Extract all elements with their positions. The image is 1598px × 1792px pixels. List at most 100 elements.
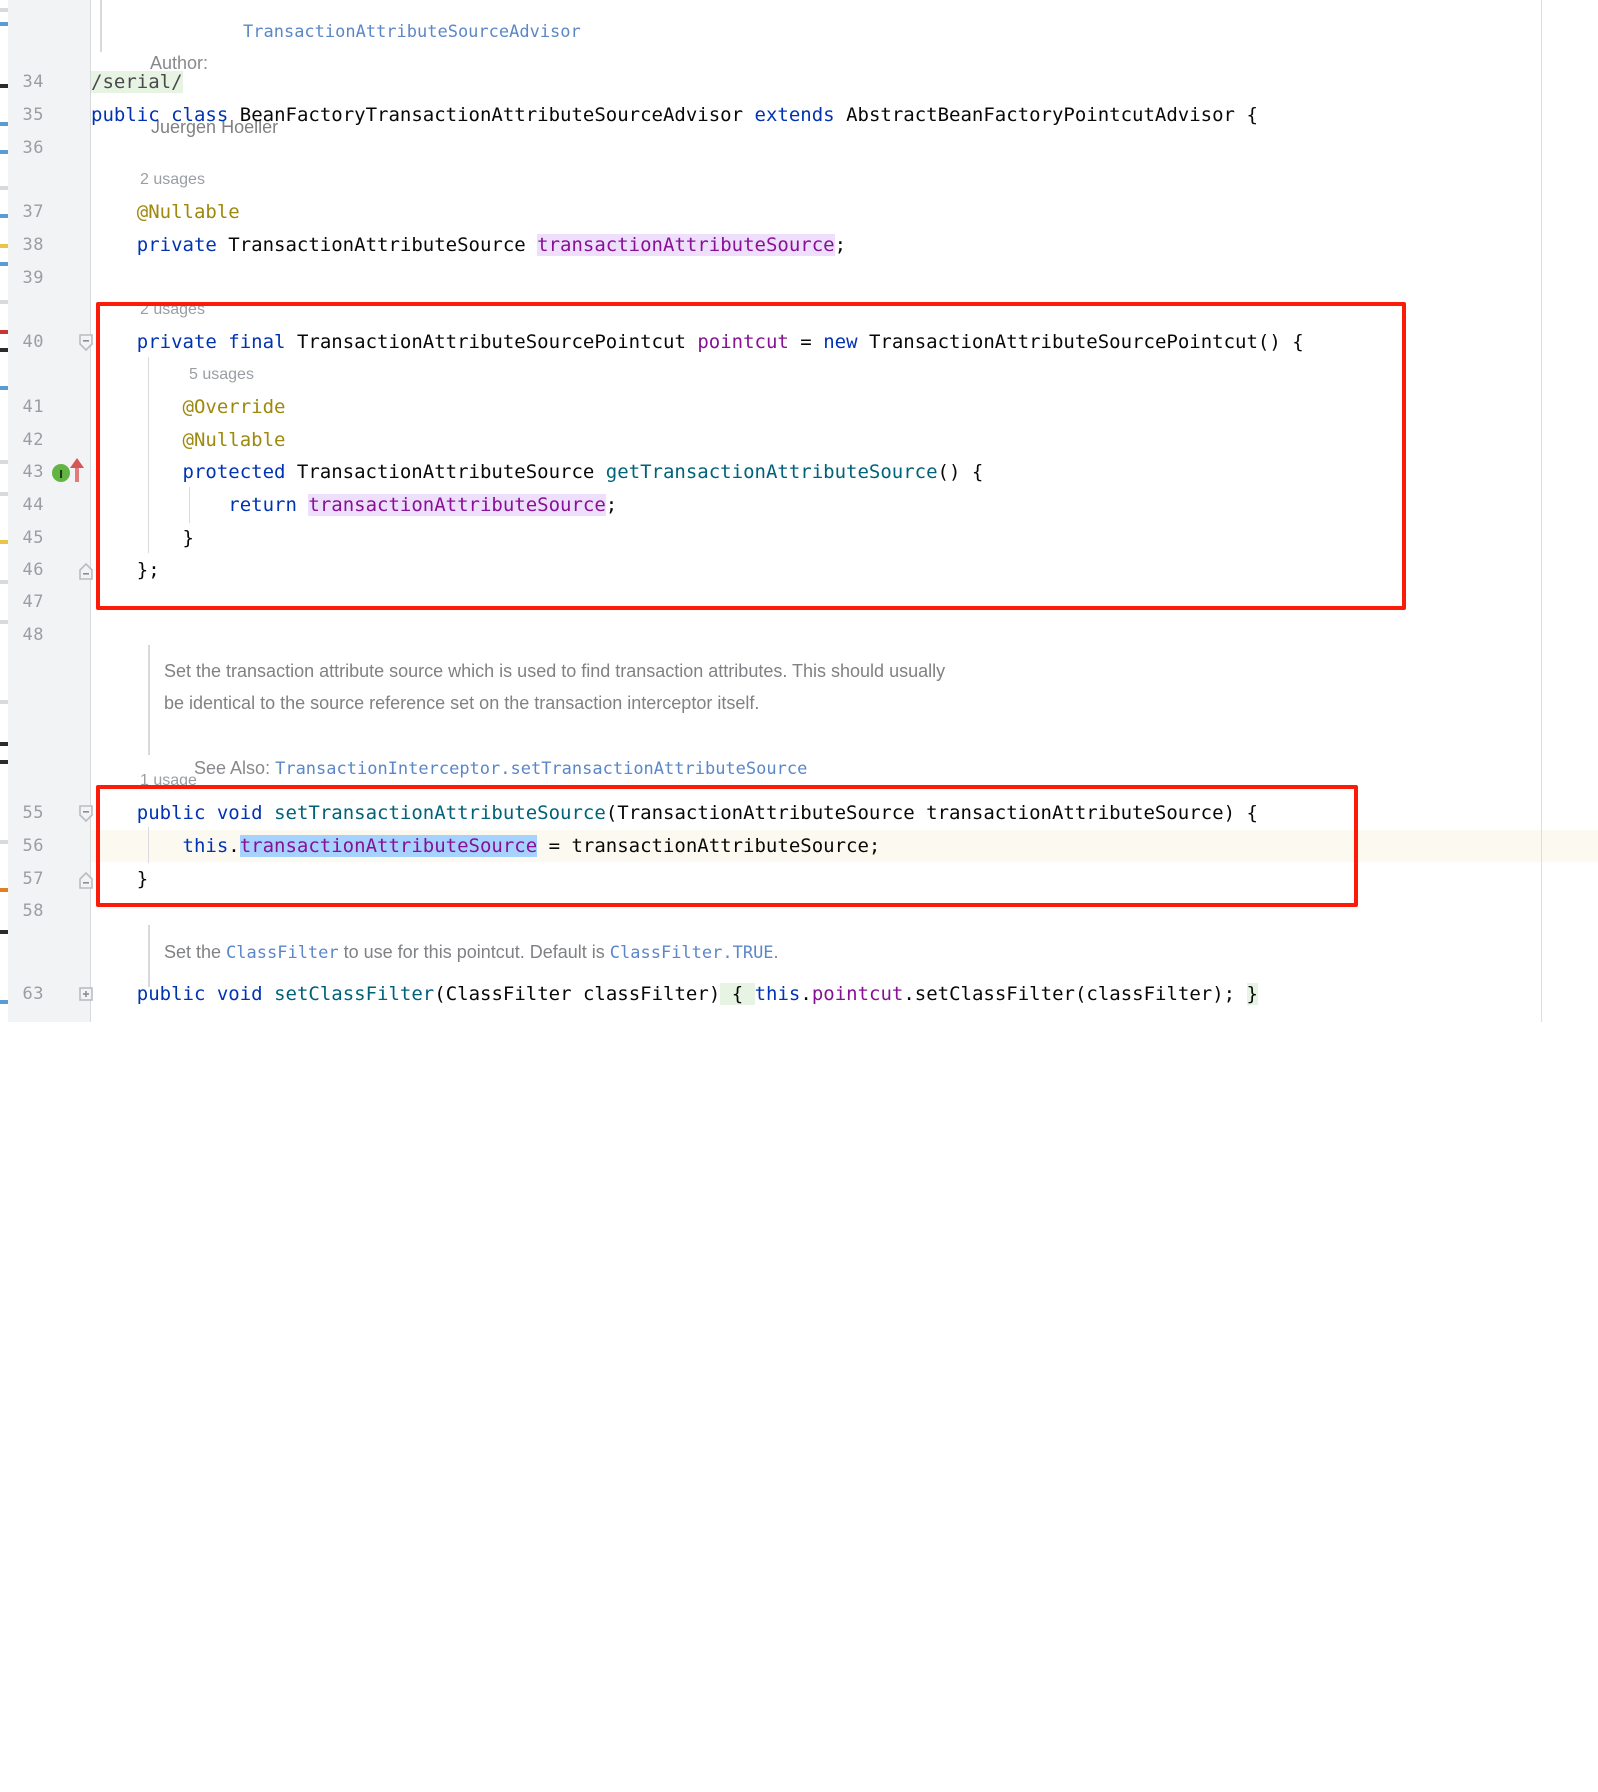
line-number: 58 [22,901,44,921]
code-line-44[interactable]: return transactionAttributeSource; [91,489,617,521]
code-token: transactionAttributeSource [308,494,606,516]
code-line-34[interactable]: /serial/ [91,66,183,98]
code-line-43[interactable]: protected TransactionAttributeSource get… [91,456,984,488]
code-token: } [1246,983,1258,1005]
javadoc-link-text[interactable]: TransactionAttributeSourceAdvisor [243,22,581,42]
code-line-56[interactable]: this.transactionAttributeSource = transa… [91,830,880,862]
code-token: = transactionAttributeSource; [537,835,881,857]
code-content[interactable]: TransactionAttributeSourceAdvisor Author… [91,0,1598,1022]
inlay-hint-usages[interactable]: 5 usages [189,359,254,391]
right-margin-guide [1541,0,1542,1022]
code-token: ; [834,234,847,256]
line-number: 57 [22,869,44,889]
code-token: ; [605,494,618,516]
javadoc-cf-link2[interactable]: ClassFilter.TRUE [610,943,774,963]
code-token: final [228,331,286,353]
inlay-hint-usages[interactable]: 2 usages [140,164,205,196]
overriding-method-arrow-icon [70,458,84,482]
javadoc-cf-middle: to use for this pointcut. Default is [338,942,610,962]
code-token: { [720,983,755,1005]
javadoc-accent-bar-top [100,0,102,52]
line-number: 41 [22,397,44,417]
code-token: this [754,983,801,1005]
code-token: TransactionAttributeSource [296,461,595,483]
line-number: 46 [22,560,44,580]
code-token: = [788,331,824,353]
code-token: ) [708,983,721,1005]
gutter[interactable]: 34 35 36 37 38 39 40 41 42 43 44 45 46 4… [8,0,94,1022]
gutter-marker-line-43[interactable]: I [50,456,94,488]
code-token: void [216,983,263,1005]
inlay-hint-usages[interactable]: 2 usages [140,294,205,326]
javadoc-cf-link1[interactable]: ClassFilter [226,943,339,963]
code-token: ( [434,983,446,1005]
line-number: 36 [22,138,44,158]
implementing-method-icon: I [52,464,70,482]
code-token: classFilter [582,983,709,1005]
code-line-45[interactable]: } [91,522,194,554]
code-token: TransactionAttributeSourcePointcut [296,331,686,353]
code-line-37[interactable]: @Nullable [91,196,240,228]
code-token: transactionAttributeSource [537,234,835,256]
javadoc-see-also-link[interactable]: TransactionInterceptor.setTransactionAtt… [275,759,807,779]
code-token: extends [754,104,835,126]
line-number: 56 [22,836,44,856]
line-number: 48 [22,625,44,645]
code-token: ( [605,802,618,824]
line-number: 43 [22,462,44,482]
line-number: 47 [22,592,44,612]
line-number: 55 [22,803,44,823]
code-line-40[interactable]: private final TransactionAttributeSource… [91,326,1304,358]
code-token: () { [937,461,984,483]
code-token: class [171,104,229,126]
code-line-41[interactable]: @Override [91,391,286,423]
javadoc-setter-paragraph-line2: be identical to the source reference set… [164,693,760,713]
code-line-55[interactable]: public void setTransactionAttributeSourc… [91,797,1258,829]
code-token: BeanFactoryTransactionAttributeSourceAdv… [239,104,744,126]
code-token: private [136,331,217,353]
line-number: 40 [22,332,44,352]
code-token: public [91,104,160,126]
javadoc-cf-suffix: . [773,942,779,962]
javadoc-accent-bar-setter [148,645,150,755]
code-editor[interactable]: 34 35 36 37 38 39 40 41 42 43 44 45 46 4… [0,0,1598,1022]
code-token: }; [91,559,160,581]
code-line-42[interactable]: @Nullable [91,424,286,456]
javadoc-setter-paragraph-line1: Set the transaction attribute source whi… [164,661,946,681]
code-token: void [216,802,263,824]
code-line-57[interactable]: } [91,863,148,895]
code-token: transactionAttributeSource [239,835,538,857]
code-token: setClassFilter [274,983,435,1005]
code-line-38[interactable]: private TransactionAttributeSource trans… [91,229,846,261]
line-number: 39 [22,268,44,288]
code-token: transactionAttributeSource [926,802,1224,824]
code-line-63[interactable]: public void setClassFilter(ClassFilter c… [91,978,1258,1010]
code-token: pointcut [811,983,904,1005]
code-line-46[interactable]: }; [91,554,160,586]
line-number: 63 [22,984,44,1004]
line-number: 34 [22,72,44,92]
code-token: TransactionAttributeSourcePointcut() { [868,331,1304,353]
code-token: setClassFilter [914,983,1075,1005]
code-line-35[interactable]: public class BeanFactoryTransactionAttri… [91,99,1258,131]
code-token: } [91,527,194,549]
code-token: pointcut [697,331,789,353]
code-token: @Override [182,396,286,418]
code-token: this [182,835,229,857]
